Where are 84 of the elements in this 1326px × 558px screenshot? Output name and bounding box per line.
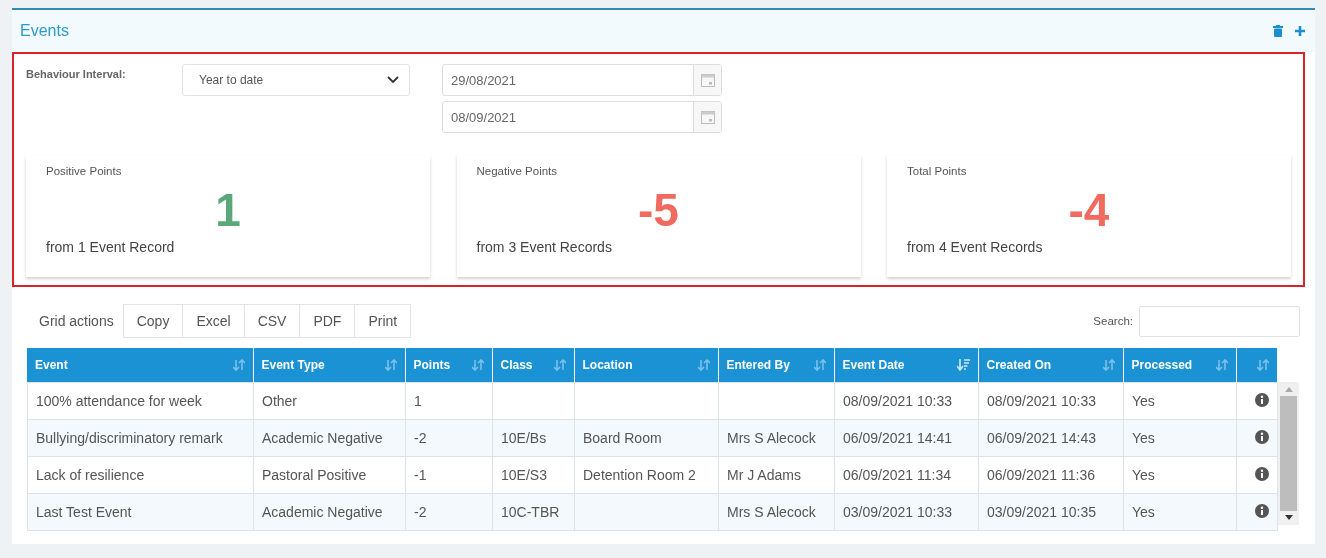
export-button[interactable]: PDF — [299, 304, 356, 338]
sort-descending-icon[interactable] — [956, 359, 970, 371]
table-cell: 06/09/2021 11:36 — [978, 456, 1124, 494]
end-date-field[interactable]: 08/09/2021 — [442, 101, 722, 133]
table-cell: Board Room — [574, 419, 719, 457]
table-cell: Lack of resilience — [27, 456, 254, 494]
table-cell: Yes — [1123, 493, 1237, 531]
info-icon[interactable] — [1255, 503, 1269, 518]
points-value: -5 — [638, 183, 679, 237]
calendar-icon[interactable] — [700, 110, 715, 124]
card-footer: from 1 Event Record — [46, 239, 410, 255]
table-cell: 03/09/2021 10:33 — [834, 493, 979, 531]
export-button[interactable]: Excel — [182, 304, 245, 338]
sort-icon[interactable] — [553, 359, 566, 371]
interval-label: Behaviour Interval: — [26, 67, 127, 80]
points-value: -4 — [1068, 183, 1110, 237]
table-cell: Academic Negative — [253, 419, 406, 457]
column-header[interactable]: Entered By — [718, 348, 834, 382]
card-title: Positive Points — [46, 165, 123, 177]
table-cell: Yes — [1123, 419, 1237, 457]
sort-icon[interactable] — [1102, 359, 1115, 371]
table-cell: Mrs S Alecock — [718, 419, 835, 457]
column-header[interactable]: Event Date — [834, 348, 978, 382]
table-cell: 100% attendance for week — [27, 382, 254, 420]
sort-icon[interactable] — [471, 359, 484, 371]
column-header[interactable]: Class — [492, 348, 574, 382]
table-cell: Bullying/discriminatory remark — [27, 419, 254, 457]
info-icon[interactable] — [1255, 429, 1269, 444]
sort-icon[interactable] — [1215, 359, 1228, 371]
table-cell: 06/09/2021 14:41 — [834, 419, 979, 457]
column-header[interactable]: Created On — [978, 348, 1123, 382]
table-cell: 03/09/2021 10:35 — [978, 493, 1124, 531]
table-cell: 06/09/2021 11:34 — [834, 456, 979, 494]
sort-icon[interactable] — [697, 359, 710, 371]
scrollbar[interactable] — [1278, 382, 1299, 525]
plus-icon[interactable] — [1295, 26, 1305, 36]
panel-title: Events — [20, 22, 69, 40]
start-date-field[interactable]: 29/08/2021 — [442, 64, 722, 96]
table-cell: -2 — [405, 419, 493, 457]
card-footer: from 3 Event Records — [476, 239, 841, 255]
calendar-icon[interactable] — [700, 73, 715, 87]
table-cell: Mr J Adams — [718, 456, 835, 494]
table-cell: 10E/Bs — [492, 419, 575, 457]
table-cell: Yes — [1123, 456, 1237, 494]
table-cell: 08/09/2021 10:33 — [834, 382, 979, 420]
column-header[interactable]: Processed — [1123, 348, 1236, 382]
sort-icon[interactable] — [384, 359, 397, 371]
info-icon[interactable] — [1255, 466, 1269, 481]
table-cell: Other — [253, 382, 406, 420]
chevron-down-icon — [387, 76, 399, 84]
column-header[interactable]: Location — [574, 348, 718, 382]
table-cell: Last Test Event — [27, 493, 254, 531]
interval-select[interactable]: Year to date — [182, 64, 410, 96]
column-header[interactable] — [1236, 348, 1277, 382]
table-cell: 10E/S3 — [492, 456, 575, 494]
card-title: Total Points — [907, 165, 968, 177]
search-label: Search: — [1093, 315, 1133, 327]
points-value: 1 — [215, 183, 241, 237]
export-button[interactable]: Copy — [122, 304, 184, 338]
table-cell: -2 — [405, 493, 493, 531]
table-cell: 10C-TBR — [492, 493, 575, 531]
table-cell: 08/09/2021 10:33 — [978, 382, 1124, 420]
card-footer: from 4 Event Records — [907, 239, 1271, 255]
table-cell: 06/09/2021 14:43 — [978, 419, 1124, 457]
card-title: Negative Points — [476, 165, 559, 177]
table-cell: Yes — [1123, 382, 1237, 420]
grid-actions-label: Grid actions — [38, 313, 115, 329]
table-cell: -1 — [405, 456, 493, 494]
sort-icon[interactable] — [813, 359, 826, 371]
column-header[interactable]: Points — [405, 348, 492, 382]
export-button[interactable]: CSV — [243, 304, 301, 338]
table-cell: Mrs S Alecock — [718, 493, 835, 531]
info-icon[interactable] — [1255, 392, 1269, 407]
column-header[interactable]: Event — [27, 348, 253, 382]
export-button[interactable]: Print — [354, 304, 412, 338]
sort-icon[interactable] — [1256, 359, 1269, 371]
table-cell: Detention Room 2 — [574, 456, 719, 494]
sort-icon[interactable] — [232, 359, 245, 371]
table-cell: Pastoral Positive — [253, 456, 406, 494]
trash-icon[interactable] — [1273, 25, 1283, 37]
table-cell: Academic Negative — [253, 493, 406, 531]
table-cell: 1 — [405, 382, 493, 420]
column-header[interactable]: Event Type — [253, 348, 405, 382]
search-field[interactable] — [1139, 305, 1300, 337]
